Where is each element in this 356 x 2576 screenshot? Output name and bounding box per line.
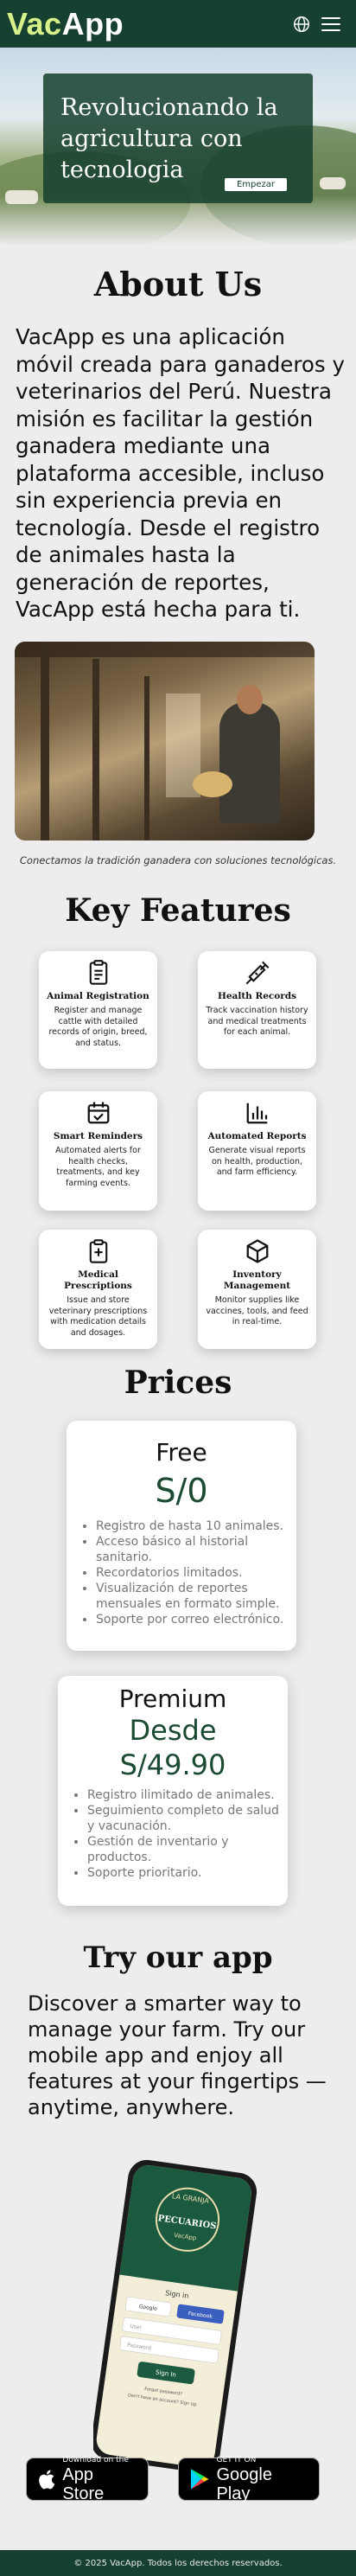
feature-card-smart-reminders: Smart Reminders Automated alerts for hea… — [39, 1091, 157, 1211]
box-icon — [246, 1239, 268, 1263]
price-card-premium[interactable]: Premium Desde S/49.90 Registro ilimitado… — [58, 1676, 288, 1906]
globe-icon[interactable] — [292, 15, 311, 34]
logo-part-app: App — [61, 5, 124, 42]
hero-title: Revolucionando la agricultura con tecnol… — [60, 94, 278, 183]
menu-icon[interactable] — [321, 16, 340, 31]
features-title: Key Features — [65, 892, 291, 929]
apple-icon — [39, 2470, 55, 2490]
start-button[interactable]: Empezar — [224, 178, 287, 191]
feature-card-health-records: Health Records Track vaccination history… — [198, 951, 316, 1069]
logo-part-vac: Vac — [7, 5, 62, 42]
google-play-icon — [190, 2469, 209, 2490]
calendar-check-icon — [87, 1102, 109, 1124]
google-play-button[interactable]: GET IT ON Google Play — [178, 2455, 320, 2503]
feature-title: Smart Reminders — [53, 1131, 143, 1141]
plan-features: Registro ilimitado de animales. Seguimie… — [58, 1787, 288, 1881]
feature-card-animal-registration: Animal Registration Register and manage … — [39, 951, 157, 1069]
bar-chart-icon — [246, 1103, 267, 1124]
feature-desc: Automated alerts for health checks, trea… — [55, 1146, 141, 1188]
feature-title: Animal Registration — [47, 991, 149, 1001]
feature-desc: Register and manage cattle with detailed… — [48, 1006, 148, 1048]
feature-desc: Track vaccination history and medical tr… — [206, 1006, 308, 1037]
plan-name: Free — [156, 1438, 207, 1467]
plan-price-prefix: Desde — [129, 1714, 217, 1747]
list-item: Acceso básico al historial sanitario. — [96, 1534, 288, 1565]
app-store-label: App Store — [62, 2464, 105, 2503]
app-store-small: Download on the — [62, 2455, 129, 2464]
feature-card-medical-prescriptions: Medical Prescriptions Issue and store ve… — [39, 1230, 157, 1349]
list-item: Registro de hasta 10 animales. — [96, 1518, 288, 1534]
site-header: VacApp — [0, 0, 356, 48]
feature-card-automated-reports: Automated Reports Generate visual report… — [198, 1091, 316, 1211]
hero-banner: Revolucionando la agricultura con tecnol… — [0, 48, 356, 246]
list-item: Recordatorios limitados. — [96, 1565, 288, 1581]
feature-title: Health Records — [217, 991, 297, 1001]
try-app-text: Discover a smarter way to manage your fa… — [28, 1991, 327, 2119]
plan-price: S/49.90 — [119, 1748, 226, 1781]
feature-desc: Generate visual reports on health, produ… — [208, 1146, 306, 1177]
list-item: Visualización de reportes mensuales en f… — [96, 1581, 288, 1612]
hero-card: Revolucionando la agricultura con tecnol… — [43, 74, 313, 203]
barn-photo — [15, 642, 315, 841]
footer-copyright: © 2025 VacApp. Todos los derechos reserv… — [73, 2558, 283, 2568]
medical-file-icon — [89, 1239, 107, 1263]
prices-title: Prices — [124, 1365, 232, 1401]
feature-title: Inventory Management — [223, 1269, 291, 1291]
phone-mockup: LA GRANJA PECUARIOS VacApp Sign in Googl… — [93, 2159, 257, 2473]
plan-name: Premium — [118, 1684, 227, 1713]
feature-desc: Issue and store veterinary prescriptions… — [48, 1295, 148, 1338]
about-title: About Us — [93, 265, 263, 304]
list-item: Registro ilimitado de animales. — [87, 1787, 279, 1803]
feature-title: Automated Reports — [207, 1131, 307, 1141]
logo[interactable]: VacApp — [7, 6, 124, 42]
try-app-title: Try our app — [83, 1940, 273, 1975]
site-footer: © 2025 VacApp. Todos los derechos reserv… — [0, 2550, 356, 2576]
app-store-button[interactable]: Download on the App Store — [26, 2455, 149, 2503]
plan-price: S/0 — [155, 1472, 208, 1510]
list-item: Seguimiento completo de salud y vacunaci… — [87, 1803, 279, 1834]
clipboard-icon — [89, 960, 107, 985]
header-actions — [292, 15, 340, 34]
price-card-free[interactable]: Free S/0 Registro de hasta 10 animales. … — [67, 1421, 296, 1651]
list-item: Gestión de inventario y productos. — [87, 1834, 279, 1865]
list-item: Soporte por correo electrónico. — [96, 1612, 288, 1627]
about-text: VacApp es una aplicación móvil creada pa… — [16, 324, 345, 622]
feature-card-inventory-management: Inventory Management Monitor supplies li… — [198, 1230, 316, 1349]
feature-title: Medical Prescriptions — [64, 1269, 132, 1291]
google-play-small: GET IT ON — [216, 2455, 257, 2464]
list-item: Soporte prioritario. — [87, 1865, 279, 1881]
photo-caption: Conectamos la tradición ganadera con sol… — [19, 854, 337, 866]
plan-features: Registro de hasta 10 animales. Acceso bá… — [67, 1518, 296, 1627]
google-play-label: Google Play — [216, 2464, 272, 2503]
feature-desc: Monitor supplies like vaccines, tools, a… — [206, 1295, 308, 1326]
syringe-icon — [245, 961, 269, 985]
